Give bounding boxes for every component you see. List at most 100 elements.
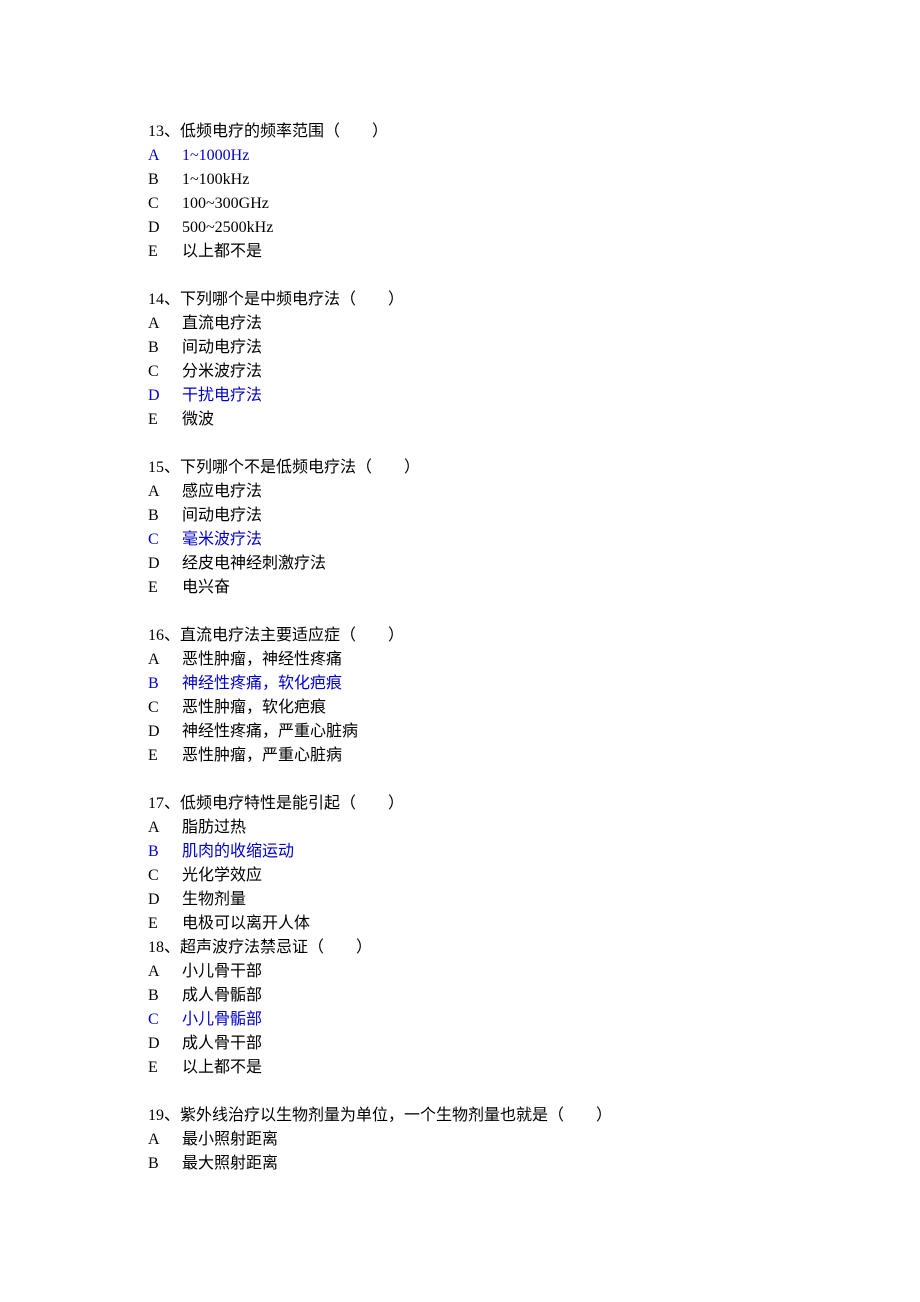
- option-row: D生物剂量: [148, 888, 920, 912]
- option-letter: B: [148, 168, 182, 192]
- option-row: E恶性肿瘤，严重心脏病: [148, 744, 920, 768]
- option-text: 肌肉的收缩运动: [182, 840, 920, 864]
- option-text: 小儿骨骺部: [182, 1008, 920, 1032]
- option-letter: E: [148, 912, 182, 936]
- option-letter: A: [148, 480, 182, 504]
- option-letter: D: [148, 552, 182, 576]
- option-row: E微波: [148, 408, 920, 432]
- option-letter: B: [148, 984, 182, 1008]
- option-row: E电极可以离开人体: [148, 912, 920, 936]
- option-text: 成人骨干部: [182, 1032, 920, 1056]
- question-title: 14、下列哪个是中频电疗法（ ）: [148, 288, 920, 312]
- option-text: 100~300GHz: [182, 192, 920, 216]
- option-letter: A: [148, 960, 182, 984]
- option-letter: C: [148, 528, 182, 552]
- option-row: C小儿骨骺部: [148, 1008, 920, 1032]
- option-row: C光化学效应: [148, 864, 920, 888]
- option-text: 电兴奋: [182, 576, 920, 600]
- option-letter: A: [148, 648, 182, 672]
- option-text: 小儿骨干部: [182, 960, 920, 984]
- option-row: B间动电疗法: [148, 504, 920, 528]
- question-title: 16、直流电疗法主要适应症（ ）: [148, 624, 920, 648]
- option-text: 恶性肿瘤，软化疤痕: [182, 696, 920, 720]
- option-text: 以上都不是: [182, 1056, 920, 1080]
- option-text: 电极可以离开人体: [182, 912, 920, 936]
- option-letter: B: [148, 672, 182, 696]
- option-text: 干扰电疗法: [182, 384, 920, 408]
- option-letter: C: [148, 360, 182, 384]
- option-text: 光化学效应: [182, 864, 920, 888]
- option-row: A最小照射距离: [148, 1128, 920, 1152]
- option-row: C100~300GHz: [148, 192, 920, 216]
- option-text: 微波: [182, 408, 920, 432]
- option-row: A感应电疗法: [148, 480, 920, 504]
- document-content: 13、低频电疗的频率范围（ ）A1~1000HzB1~100kHzC100~30…: [148, 120, 920, 1176]
- option-row: D500~2500kHz: [148, 216, 920, 240]
- option-row: E电兴奋: [148, 576, 920, 600]
- option-letter: A: [148, 1128, 182, 1152]
- option-row: A直流电疗法: [148, 312, 920, 336]
- option-letter: C: [148, 864, 182, 888]
- option-row: C毫米波疗法: [148, 528, 920, 552]
- option-letter: C: [148, 1008, 182, 1032]
- option-row: D神经性疼痛，严重心脏病: [148, 720, 920, 744]
- option-letter: B: [148, 504, 182, 528]
- option-row: A1~1000Hz: [148, 144, 920, 168]
- question-17: 17、低频电疗特性是能引起（ ）A脂肪过热B肌肉的收缩运动C光化学效应D生物剂量…: [148, 792, 920, 936]
- option-letter: C: [148, 192, 182, 216]
- question-18: 18、超声波疗法禁忌证（ ）A小儿骨干部B成人骨骺部C小儿骨骺部D成人骨干部E以…: [148, 936, 920, 1080]
- option-letter: D: [148, 720, 182, 744]
- option-text: 感应电疗法: [182, 480, 920, 504]
- option-letter: E: [148, 576, 182, 600]
- option-letter: E: [148, 408, 182, 432]
- question-title: 13、低频电疗的频率范围（ ）: [148, 120, 920, 144]
- option-text: 1~1000Hz: [182, 144, 920, 168]
- option-row: C分米波疗法: [148, 360, 920, 384]
- option-text: 分米波疗法: [182, 360, 920, 384]
- option-row: B神经性疼痛，软化疤痕: [148, 672, 920, 696]
- option-letter: C: [148, 696, 182, 720]
- option-row: A恶性肿瘤，神经性疼痛: [148, 648, 920, 672]
- option-text: 间动电疗法: [182, 336, 920, 360]
- option-row: B成人骨骺部: [148, 984, 920, 1008]
- option-text: 神经性疼痛，严重心脏病: [182, 720, 920, 744]
- option-row: B肌肉的收缩运动: [148, 840, 920, 864]
- option-letter: A: [148, 144, 182, 168]
- option-row: D成人骨干部: [148, 1032, 920, 1056]
- option-text: 脂肪过热: [182, 816, 920, 840]
- question-14: 14、下列哪个是中频电疗法（ ）A直流电疗法B间动电疗法C分米波疗法D干扰电疗法…: [148, 288, 920, 432]
- option-row: B最大照射距离: [148, 1152, 920, 1176]
- option-letter: E: [148, 1056, 182, 1080]
- option-letter: D: [148, 888, 182, 912]
- option-row: A脂肪过热: [148, 816, 920, 840]
- option-text: 500~2500kHz: [182, 216, 920, 240]
- option-text: 直流电疗法: [182, 312, 920, 336]
- option-text: 神经性疼痛，软化疤痕: [182, 672, 920, 696]
- option-row: D干扰电疗法: [148, 384, 920, 408]
- option-letter: D: [148, 384, 182, 408]
- question-15: 15、下列哪个不是低频电疗法（ ）A感应电疗法B间动电疗法C毫米波疗法D经皮电神…: [148, 456, 920, 600]
- option-text: 1~100kHz: [182, 168, 920, 192]
- option-row: D经皮电神经刺激疗法: [148, 552, 920, 576]
- question-13: 13、低频电疗的频率范围（ ）A1~1000HzB1~100kHzC100~30…: [148, 120, 920, 264]
- option-row: A小儿骨干部: [148, 960, 920, 984]
- option-row: B间动电疗法: [148, 336, 920, 360]
- option-text: 成人骨骺部: [182, 984, 920, 1008]
- option-letter: D: [148, 1032, 182, 1056]
- option-row: B1~100kHz: [148, 168, 920, 192]
- option-letter: A: [148, 816, 182, 840]
- option-text: 最小照射距离: [182, 1128, 920, 1152]
- option-text: 最大照射距离: [182, 1152, 920, 1176]
- option-text: 毫米波疗法: [182, 528, 920, 552]
- option-letter: D: [148, 216, 182, 240]
- option-letter: B: [148, 840, 182, 864]
- question-title: 19、紫外线治疗以生物剂量为单位，一个生物剂量也就是（ ）: [148, 1104, 920, 1128]
- option-row: E以上都不是: [148, 1056, 920, 1080]
- question-title: 15、下列哪个不是低频电疗法（ ）: [148, 456, 920, 480]
- option-row: C恶性肿瘤，软化疤痕: [148, 696, 920, 720]
- option-row: E以上都不是: [148, 240, 920, 264]
- option-text: 经皮电神经刺激疗法: [182, 552, 920, 576]
- question-title: 18、超声波疗法禁忌证（ ）: [148, 936, 920, 960]
- option-text: 生物剂量: [182, 888, 920, 912]
- question-16: 16、直流电疗法主要适应症（ ）A恶性肿瘤，神经性疼痛B神经性疼痛，软化疤痕C恶…: [148, 624, 920, 768]
